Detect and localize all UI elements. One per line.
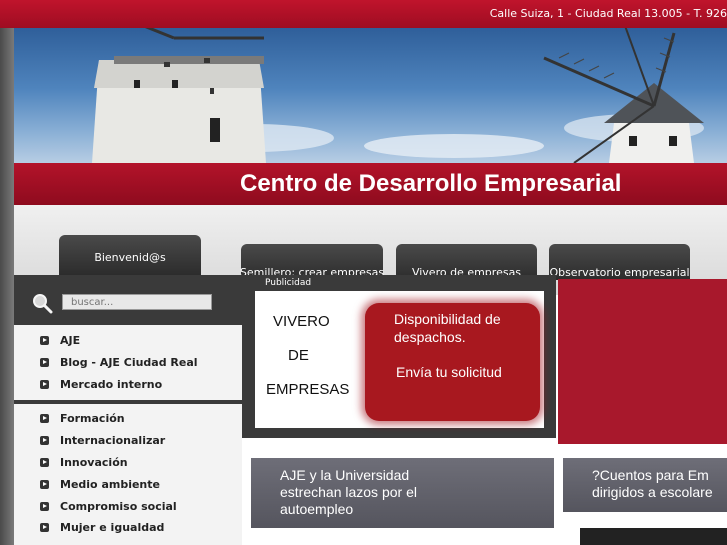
tab-label: Observatorio empresarial <box>549 265 690 279</box>
tab-label: Vivero de empresas <box>411 265 522 279</box>
tab-bienvenidos[interactable]: Bienvenid@s <box>59 235 201 275</box>
news-title-line: autoempleo <box>280 501 354 517</box>
arrow-right-icon <box>40 357 49 367</box>
sidebar-item-compromiso-social[interactable]: Compromiso social <box>40 496 177 516</box>
sidebar-item-label: Internacionalizar <box>60 433 166 447</box>
news-title-line: AJE y la Universidad <box>280 467 410 483</box>
sidebar-item-label: AJE <box>60 333 81 347</box>
tab-observatorio[interactable]: Observatorio empresarial <box>549 244 690 280</box>
news-title-line: dirigidos a escolare <box>592 484 713 500</box>
sidebar-item-label: Medio ambiente <box>60 477 160 491</box>
sidebar-item-formacion[interactable]: Formación <box>40 408 125 428</box>
ad-vivero-line-1: VIVERO <box>273 313 330 330</box>
news-title-line: ?Cuentos para Em <box>592 467 709 483</box>
contact-address: Calle Suiza, 1 - Ciudad Real 13.005 - T.… <box>489 7 727 20</box>
arrow-right-icon <box>40 479 49 489</box>
arrow-right-icon <box>40 435 49 445</box>
arrow-right-icon <box>40 501 49 511</box>
sidebar-item-label: Mujer e igualdad <box>60 520 165 534</box>
arrow-right-icon <box>40 335 49 345</box>
sidebar-item-label: Compromiso social <box>60 499 177 513</box>
sidebar-item-mercado-interno[interactable]: Mercado interno <box>40 374 162 394</box>
arrow-right-icon <box>40 413 49 423</box>
arrow-right-icon <box>40 522 49 532</box>
sidebar-item-internacionalizar[interactable]: Internacionalizar <box>40 430 165 450</box>
news-title-line: estrechan lazos por el <box>280 484 417 500</box>
ad-promo-cta[interactable]: Envía tu solicitud <box>396 364 502 380</box>
sidebar-item-label: Blog - AJE Ciudad Real <box>60 355 198 369</box>
sidebar-menu-primary: AJE Blog - AJE Ciudad Real Mercado inter… <box>14 325 242 400</box>
news-image-edge <box>580 528 727 545</box>
sidebar-item-label: Innovación <box>60 455 128 469</box>
sidebar-item-label: Formación <box>60 411 125 425</box>
header-banner-image <box>14 28 727 163</box>
ad-promo-line-2: despachos. <box>394 329 466 345</box>
advertising-label: Publicidad <box>265 278 312 288</box>
ad-promo-line-1: Disponibilidad de <box>394 311 501 327</box>
sidebar-item-medio-ambiente[interactable]: Medio ambiente <box>40 474 160 494</box>
ad-vivero-line-2: DE <box>288 347 309 364</box>
windmills-illustration <box>92 28 704 163</box>
tab-label: Semillero: crear empresas <box>239 265 385 279</box>
site-title: Centro de Desarrollo Empresarial <box>240 170 622 197</box>
arrow-right-icon <box>40 379 49 389</box>
sidebar-item-aje[interactable]: AJE <box>40 330 80 350</box>
sidebar-item-blog[interactable]: Blog - AJE Ciudad Real <box>40 352 198 372</box>
ad-vivero-line-3: EMPRESAS <box>266 381 350 398</box>
sidebar-item-label: Mercado interno <box>60 377 163 391</box>
search-input[interactable] <box>62 294 212 310</box>
news-item[interactable]: AJE y la Universidad estrechan lazos por… <box>251 458 554 528</box>
news-item[interactable]: ?Cuentos para Em dirigidos a escolare <box>563 458 727 512</box>
left-edge-strip <box>0 28 14 545</box>
arrow-right-icon <box>40 457 49 467</box>
sidebar-item-mujer-igualdad[interactable]: Mujer e igualdad <box>40 517 164 537</box>
sidebar-item-innovacion[interactable]: Innovación <box>40 452 128 472</box>
tab-label: Bienvenid@s <box>94 250 166 264</box>
sidebar-menu-secondary: Formación Internacionalizar Innovación M… <box>14 404 242 545</box>
search-icon[interactable] <box>31 292 53 314</box>
right-red-panel <box>558 279 727 444</box>
